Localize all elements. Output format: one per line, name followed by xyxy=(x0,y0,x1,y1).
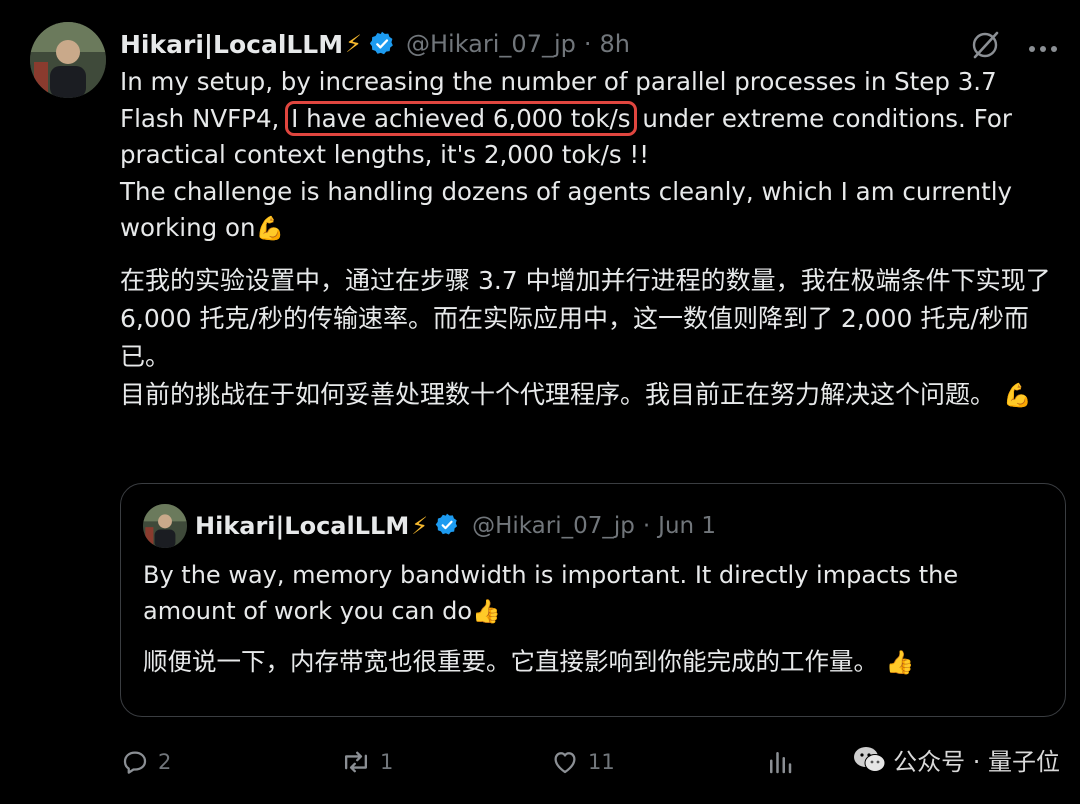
views-icon xyxy=(770,752,792,774)
quoted-time[interactable]: Jun 1 xyxy=(658,513,716,539)
tweet-paragraph-2: The challenge is handling dozens of agen… xyxy=(120,174,1050,248)
tweet-paragraph-1: In my setup, by increasing the number of… xyxy=(120,64,1050,174)
reply-icon xyxy=(123,751,147,774)
grok-icon[interactable] xyxy=(968,28,1002,66)
quoted-handle[interactable]: @Hikari_07_jp xyxy=(472,513,635,539)
tweet-time[interactable]: 8h xyxy=(600,30,630,58)
like-icon xyxy=(554,752,576,774)
text-segment: The challenge is handling dozens of agen… xyxy=(120,176,1013,243)
tweet-header: Hikari|LocalLLM ⚡ @Hikari_07_jp · 8h xyxy=(120,24,630,64)
reply-button[interactable]: 2 xyxy=(120,747,340,777)
highlighted-text: I have achieved 6,000 tok/s xyxy=(285,100,637,136)
verified-badge-icon xyxy=(368,30,396,58)
retweet-icon xyxy=(344,751,368,773)
text-segment: 目前的挑战在于如何妥善处理数十个代理程序。我目前正在努力解决这个问题。 xyxy=(120,380,996,409)
quoted-header: Hikari|LocalLLM ⚡ @Hikari_07_jp · Jun 1 xyxy=(195,506,716,546)
bolt-emoji: ⚡ xyxy=(411,512,429,540)
bolt-emoji: ⚡ xyxy=(345,30,362,58)
zh-paragraph-1: 在我的实验设置中，通过在步骤 3.7 中增加并行进程的数量，我在极端条件下实现了… xyxy=(120,266,1051,371)
quoted-author-name[interactable]: Hikari|LocalLLM xyxy=(195,512,409,540)
tweet-text-english: In my setup, by increasing the number of… xyxy=(120,64,1050,248)
watermark-text: 公众号 · 量子位 xyxy=(893,748,1060,776)
quoted-avatar[interactable] xyxy=(143,504,187,548)
thumbs-up-emoji: 👍 xyxy=(885,650,915,676)
retweet-count: 1 xyxy=(380,750,394,774)
retweet-button[interactable]: 1 xyxy=(340,747,550,777)
more-icon[interactable] xyxy=(1028,38,1058,57)
reply-count: 2 xyxy=(158,750,172,774)
like-count: 11 xyxy=(588,750,615,774)
separator-dot: · xyxy=(642,513,651,539)
quoted-text-chinese: 顺便说一下，内存带宽也很重要。它直接影响到你能完成的工作量。 👍 xyxy=(143,644,1043,681)
text-segment: By the way, memory bandwidth is importan… xyxy=(143,561,959,625)
top-actions xyxy=(968,28,1058,66)
tweet: Hikari|LocalLLM ⚡ @Hikari_07_jp · 8h In … xyxy=(0,0,1080,804)
muscle-emoji: 💪 xyxy=(1002,383,1032,409)
text-segment: 顺便说一下，内存带宽也很重要。它直接影响到你能完成的工作量。 xyxy=(143,647,878,676)
quoted-text-english: By the way, memory bandwidth is importan… xyxy=(143,557,1043,630)
author-handle[interactable]: @Hikari_07_jp xyxy=(406,30,576,58)
wechat-icon xyxy=(853,745,887,775)
muscle-emoji: 💪 xyxy=(255,216,285,243)
avatar[interactable] xyxy=(30,22,106,98)
views-button[interactable] xyxy=(765,747,795,777)
like-button[interactable]: 11 xyxy=(550,747,765,777)
watermark: 公众号 · 量子位 xyxy=(853,742,1060,777)
thumbs-up-emoji: 👍 xyxy=(472,599,501,625)
author-name[interactable]: Hikari|LocalLLM xyxy=(120,30,343,59)
verified-badge-icon xyxy=(434,512,462,540)
tweet-text-chinese: 在我的实验设置中，通过在步骤 3.7 中增加并行进程的数量，我在极端条件下实现了… xyxy=(120,262,1060,415)
quoted-tweet[interactable]: Hikari|LocalLLM ⚡ @Hikari_07_jp · Jun 1 … xyxy=(120,483,1066,717)
separator-dot: · xyxy=(583,30,592,58)
zh-paragraph-2: 目前的挑战在于如何妥善处理数十个代理程序。我目前正在努力解决这个问题。 💪 xyxy=(120,376,1060,415)
